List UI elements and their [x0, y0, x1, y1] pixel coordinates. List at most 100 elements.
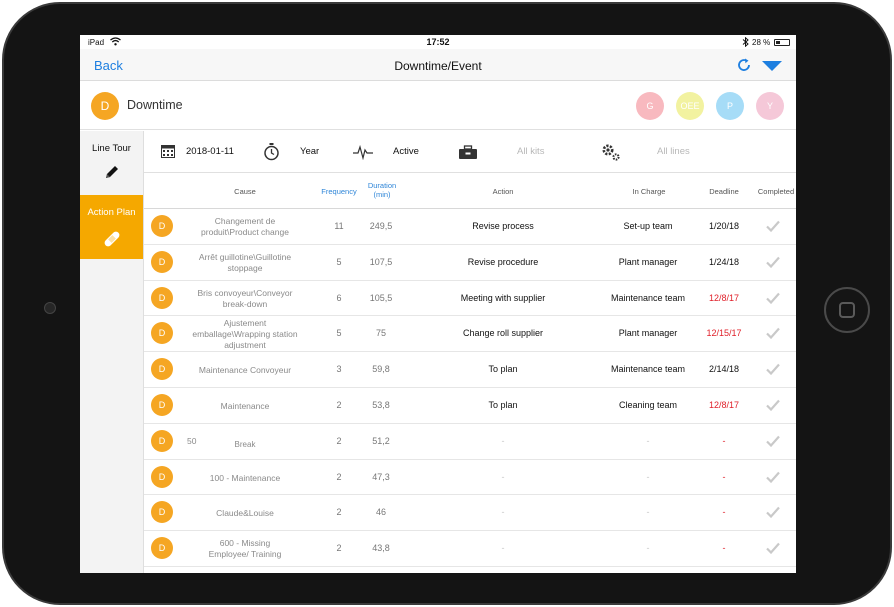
deadline-cell[interactable]: -	[696, 543, 752, 553]
action-cell[interactable]: -	[416, 472, 590, 482]
app-screen: iPad 17:52 28 % Back Downtime/Event D Do…	[80, 35, 796, 573]
in-charge-cell[interactable]: -	[598, 543, 698, 553]
filter-oee[interactable]: OEE	[676, 92, 704, 120]
sidebar-item-label: Action Plan	[87, 207, 136, 218]
completed-check-icon[interactable]	[766, 435, 780, 447]
action-cell[interactable]: -	[416, 543, 590, 553]
lines-filter[interactable]: All lines	[657, 146, 690, 157]
date-value[interactable]: 2018-01-11	[186, 146, 234, 157]
completed-check-icon[interactable]	[766, 292, 780, 304]
deadline-cell[interactable]: 12/15/17	[696, 328, 752, 338]
gears-icon[interactable]	[600, 142, 622, 162]
col-deadline[interactable]: Deadline	[696, 187, 752, 196]
table-row[interactable]: D Arrêt guillotine\Guillotine stoppage 5 10…	[144, 245, 796, 281]
filter-g[interactable]: G	[636, 92, 664, 120]
table-row[interactable]: D Bris convoyeur\Conveyor break-down 6 105,…	[144, 281, 796, 317]
in-charge-cell[interactable]: Maintenance team	[598, 364, 698, 374]
table-row[interactable]: D 100 - Maintenance 2 47,3- - -	[144, 460, 796, 496]
action-cell[interactable]: Meeting with supplier	[416, 293, 590, 303]
frequency-cell: 5	[336, 256, 342, 267]
deadline-cell[interactable]: 1/24/18	[696, 257, 752, 267]
deadline-cell[interactable]: 12/8/17	[696, 400, 752, 410]
action-cell[interactable]: -	[416, 507, 590, 517]
row-avatar: D	[151, 358, 173, 381]
table-row[interactable]: D Ajustement emballage\Wrapping station a…	[144, 316, 796, 353]
clock: 17:52	[426, 37, 450, 47]
table-row[interactable]: D Claude&Louise 2 46- - -	[144, 495, 796, 532]
col-duration[interactable]: Duration (min)	[362, 181, 402, 199]
frequency-cell: 2	[336, 543, 342, 554]
in-charge-cell[interactable]: Plant manager	[598, 328, 698, 338]
cause-cell: Arrêt guillotine\Guillotine stoppage	[198, 251, 292, 273]
sidebar-item-action-plan[interactable]: Action Plan	[80, 195, 143, 259]
toolbox-icon[interactable]	[458, 145, 478, 160]
calendar-icon[interactable]	[161, 144, 175, 158]
dropdown-arrow-icon[interactable]	[762, 61, 782, 71]
col-in-charge[interactable]: In Charge	[614, 187, 684, 196]
in-charge-cell[interactable]: Cleaning team	[598, 400, 698, 410]
completed-check-icon[interactable]	[766, 256, 780, 268]
in-charge-cell[interactable]: -	[598, 507, 698, 517]
action-cell[interactable]: -	[416, 436, 590, 446]
sidebar-item-line-tour[interactable]: Line Tour	[80, 131, 143, 195]
completed-check-icon[interactable]	[766, 327, 780, 340]
duration-cell: 75	[375, 328, 386, 339]
period-value[interactable]: Year	[300, 146, 319, 157]
front-camera	[44, 302, 56, 314]
completed-check-icon[interactable]	[766, 506, 780, 519]
frequency-cell: 5	[336, 328, 342, 339]
deadline-cell[interactable]: -	[696, 436, 752, 446]
col-cause[interactable]: Cause	[210, 187, 280, 196]
action-cell[interactable]: Revise process	[416, 221, 590, 231]
deadline-cell[interactable]: 12/8/17	[696, 293, 752, 303]
col-action[interactable]: Action	[466, 187, 540, 196]
cause-cell: Bris convoyeur\Conveyor break-down	[197, 287, 293, 309]
deadline-cell[interactable]: -	[696, 472, 752, 482]
filter-p[interactable]: P	[716, 92, 744, 120]
stopwatch-icon[interactable]	[263, 142, 280, 161]
table-row[interactable]: D 600 - Missing Employee/ Training 2 43,8- -…	[144, 531, 796, 567]
completed-check-icon[interactable]	[766, 399, 780, 411]
pencil-icon	[105, 166, 118, 178]
sidebar-item-label: Line Tour	[92, 143, 131, 154]
in-charge-cell[interactable]: Set-up team	[598, 221, 698, 231]
table-header: Cause Frequency Duration (min) Action In…	[144, 173, 796, 209]
nav-title: Downtime/Event	[394, 59, 482, 73]
kits-filter[interactable]: All kits	[517, 146, 544, 157]
duration-cell: 51,2	[372, 435, 390, 446]
bluetooth-icon	[742, 37, 749, 47]
action-cell[interactable]: To plan	[416, 364, 590, 374]
table-row[interactable]: D Maintenance 2 53,8 To plan Cleaning team 12/…	[144, 388, 796, 424]
table-row[interactable]: D 50 Break 2 51,2- - -	[144, 424, 796, 460]
filter-y[interactable]: Y	[756, 92, 784, 120]
refresh-icon[interactable]	[736, 57, 752, 73]
frequency-cell: 2	[336, 471, 342, 482]
in-charge-cell[interactable]: Plant manager	[598, 257, 698, 267]
completed-check-icon[interactable]	[766, 542, 780, 555]
deadline-cell[interactable]: -	[696, 507, 752, 517]
deadline-cell[interactable]: 1/20/18	[696, 221, 752, 231]
action-cell[interactable]: Change roll supplier	[416, 328, 590, 338]
in-charge-cell[interactable]: -	[598, 472, 698, 482]
col-frequency[interactable]: Frequency	[314, 187, 364, 196]
action-cell[interactable]: To plan	[416, 400, 590, 410]
col-completed[interactable]: Completed	[748, 187, 796, 196]
completed-check-icon[interactable]	[766, 220, 780, 232]
completed-check-icon[interactable]	[766, 363, 780, 376]
in-charge-cell[interactable]: -	[598, 436, 698, 446]
home-button[interactable]	[824, 287, 870, 333]
in-charge-cell[interactable]: Maintenance team	[598, 293, 698, 303]
deadline-cell[interactable]: 2/14/18	[696, 364, 752, 374]
status-value[interactable]: Active	[393, 146, 419, 157]
duration-cell: 53,8	[372, 399, 390, 410]
page-header: D Downtime G OEE P Y	[80, 81, 796, 130]
action-cell[interactable]: Revise procedure	[416, 257, 590, 267]
table-body: D Changement de produit\Product change 11 2…	[144, 209, 796, 567]
table-row[interactable]: D Changement de produit\Product change 11 2…	[144, 209, 796, 245]
completed-check-icon[interactable]	[766, 471, 780, 483]
main-content: 2018-01-11 Year Active All kits All line…	[144, 131, 796, 573]
table-row[interactable]: D Maintenance Convoyeur 3 59,8 To plan Mainte…	[144, 352, 796, 388]
row-avatar: D	[151, 465, 173, 488]
sidebar: Line Tour Action Plan	[80, 131, 144, 573]
pulse-icon[interactable]	[353, 144, 373, 160]
